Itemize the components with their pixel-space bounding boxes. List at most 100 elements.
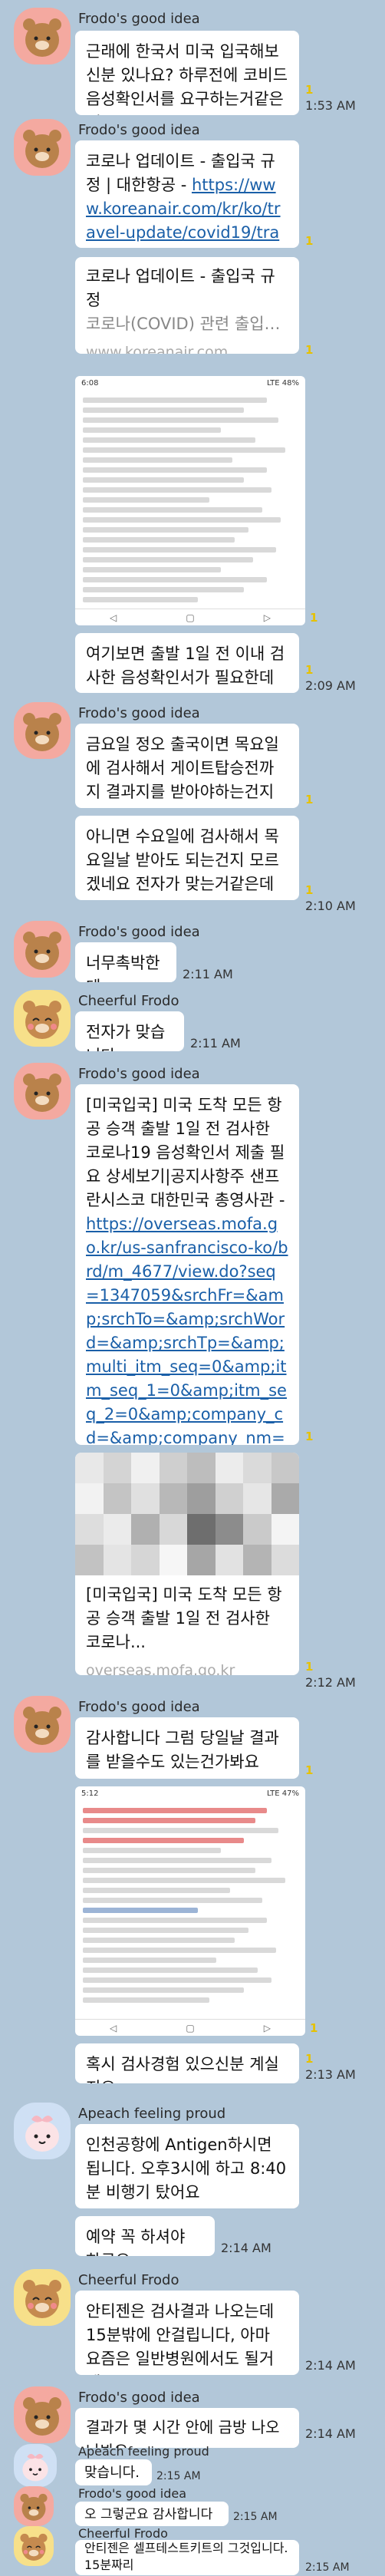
unread-count: 1	[310, 2021, 318, 2035]
unread-count: 1	[310, 611, 318, 625]
message[interactable]: 결과가 몇 시간 안에 금방 나오나봐요	[75, 2408, 299, 2448]
frodo-avatar-icon	[14, 702, 71, 759]
message-time: 2:12 AM	[305, 1675, 356, 1690]
message-time: 2:14 AM	[305, 2426, 356, 2441]
sender-name: Frodo's good idea	[78, 1699, 200, 1715]
message-bubble: 감사합니다 그럼 당일날 결과를 받을수도 있는건가봐요	[75, 1717, 299, 1779]
sender-name: Cheerful Frodo	[78, 993, 179, 1009]
message-time: 1:53 AM	[305, 98, 356, 113]
message[interactable]: 예약 꼭 하셔야 하구요	[75, 2216, 215, 2256]
status-time: 5:12	[81, 1789, 99, 1798]
cheerful-frodo-avatar-icon	[14, 2526, 54, 2566]
avatar-frodo[interactable]	[14, 921, 71, 978]
avatar-apeach[interactable]	[14, 2103, 71, 2159]
link-preview-url: www.koreanair.com	[86, 344, 229, 354]
frodo-avatar-icon	[14, 8, 71, 64]
screenshot-nav-bar: ◁ ▢ ▷	[75, 2019, 305, 2036]
cheerful-frodo-avatar-icon	[14, 990, 71, 1047]
message-bubble: 안티젠은 검사결과 나오는데 15분밖에 안걸립니다, 아마 요즘은 일반병원에…	[75, 2291, 299, 2375]
avatar-apeach[interactable]	[14, 2444, 57, 2487]
message-bubble: 너무촉박한데	[75, 942, 176, 982]
message-with-link[interactable]: [미국입국] 미국 도착 모든 항공 승객 출발 1일 전 검사한 코로나19 …	[75, 1084, 299, 1445]
message-bubble: 예약 꼭 하셔야 하구요	[75, 2216, 215, 2256]
unread-count: 1	[305, 343, 314, 357]
avatar-cheerful-frodo[interactable]	[14, 2526, 54, 2566]
unread-count: 1	[305, 2052, 314, 2066]
message-time: 2:13 AM	[305, 2067, 356, 2082]
message-bubble: 오 그렇군요 감사합니다	[75, 2502, 229, 2526]
message-with-link[interactable]: 코로나 업데이트 - 출입국 규정 | 대한항공 - https://www.k…	[75, 140, 299, 248]
message-time: 2:15 AM	[233, 2511, 278, 2523]
message[interactable]: 오 그렇군요 감사합니다	[75, 2502, 229, 2526]
message[interactable]: 감사합니다 그럼 당일날 결과를 받을수도 있는건가봐요	[75, 1717, 299, 1779]
link-preview[interactable]: 코로나 업데이트 - 출입국 규정 코로나(COVID) 관련 출입국 규...…	[75, 257, 299, 354]
avatar-frodo[interactable]	[14, 1063, 71, 1120]
sender-name: Apeach feeling proud	[78, 2106, 226, 2122]
frodo-avatar-icon	[14, 1696, 71, 1753]
message[interactable]: 아니면 수요일에 검사해서 목요일날 받아도 되는건지 모르겠네요 전자가 맞는…	[75, 816, 299, 900]
screenshot-image[interactable]: 5:12 LTE 47% ◁ ▢ ▷	[75, 1786, 305, 2036]
screenshot-nav-bar: ◁ ▢ ▷	[75, 609, 305, 625]
unread-count: 1	[305, 1430, 314, 1443]
sender-name: Cheerful Frodo	[78, 2526, 168, 2541]
message-bubble: 금요일 정오 출국이면 목요일에 검사해서 게이트탑승전까지 결과지를 받아야하…	[75, 724, 299, 808]
message[interactable]: 너무촉박한데	[75, 942, 176, 982]
sender-name: Frodo's good idea	[78, 924, 200, 940]
message-time: 2:11 AM	[183, 967, 233, 981]
message-time: 2:15 AM	[156, 2470, 201, 2482]
message[interactable]: 금요일 정오 출국이면 목요일에 검사해서 게이트탑승전까지 결과지를 받아야하…	[75, 724, 299, 808]
message-bubble: 코로나 업데이트 - 출입국 규정 | 대한항공 - https://www.k…	[75, 140, 299, 248]
message[interactable]: 안티젠은 검사결과 나오는데 15분밖에 안걸립니다, 아마 요즘은 일반병원에…	[75, 2291, 299, 2375]
avatar-cheerful-frodo[interactable]	[14, 990, 71, 1047]
unread-count: 1	[305, 234, 314, 248]
message-bubble: 인천공항에 Antigen하시면 됩니다. 오후3시에 하고 8:40분 비행기…	[75, 2124, 299, 2208]
status-time: 6:08	[81, 379, 99, 388]
avatar-frodo[interactable]	[14, 2386, 71, 2443]
screenshot-image[interactable]: 6:08 LTE 48% ◁ ▢ ▷	[75, 376, 305, 625]
message-bubble: [미국입국] 미국 도착 모든 항공 승객 출발 1일 전 검사한 코로나19 …	[75, 1084, 299, 1445]
message[interactable]: 여기보면 출발 1일 전 이내 검사한 음성확인서가 필요한데	[75, 633, 299, 693]
message-bubble: 아니면 수요일에 검사해서 목요일날 받아도 되는건지 모르겠네요 전자가 맞는…	[75, 816, 299, 900]
link-preview-thumbnail	[75, 1453, 299, 1575]
message[interactable]: 인천공항에 Antigen하시면 됩니다. 오후3시에 하고 8:40분 비행기…	[75, 2124, 299, 2208]
frodo-avatar-icon	[14, 1063, 71, 1120]
message-bubble: 여기보면 출발 1일 전 이내 검사한 음성확인서가 필요한데	[75, 633, 299, 693]
avatar-frodo[interactable]	[14, 2486, 54, 2526]
unread-count: 1	[305, 1660, 314, 1674]
sender-name: Apeach feeling proud	[78, 2444, 209, 2459]
message[interactable]: 전자가 맞습니다.	[75, 1011, 184, 1051]
message-bubble: 근래에 한국서 미국 입국해보신분 있나요? 하루전에 코비드 음성확인서를 요…	[75, 31, 299, 115]
chat-room: Frodo's good idea 근래에 한국서 미국 입국해보신분 있나요?…	[0, 0, 385, 2576]
message-bubble: 혹시 검사경험 있으신분 계실지요	[75, 2043, 299, 2083]
link-preview-card: [미국입국] 미국 도착 모든 항공 승객 출발 1일 전 검사한 코로나...…	[75, 1453, 299, 1675]
message-bubble: 안티젠은 셀프테스트키트의 그것입니다. 15분짜리	[75, 2540, 299, 2575]
message-time: 2:09 AM	[305, 678, 356, 693]
link-preview-card: 코로나 업데이트 - 출입국 규정 코로나(COVID) 관련 출입국 규...…	[75, 257, 299, 354]
link-preview[interactable]: [미국입국] 미국 도착 모든 항공 승객 출발 1일 전 검사한 코로나...…	[75, 1453, 299, 1675]
link-preview-description: 코로나(COVID) 관련 출입국 규...	[86, 315, 299, 333]
unread-count: 1	[305, 83, 314, 97]
message-text: [미국입국] 미국 도착 모든 항공 승객 출발 1일 전 검사한 코로나19 …	[86, 1096, 285, 1209]
message-time: 2:14 AM	[305, 2358, 356, 2373]
sender-name: Frodo's good idea	[78, 1066, 200, 1082]
link-preview-url: overseas.mofa.go.kr	[86, 1662, 235, 1675]
status-icons: LTE 48%	[266, 379, 299, 388]
message-bubble: 맞습니다.	[75, 2459, 152, 2485]
message[interactable]: 안티젠은 셀프테스트키트의 그것입니다. 15분짜리	[75, 2540, 299, 2575]
message[interactable]: 맞습니다.	[75, 2459, 152, 2485]
message[interactable]: 혹시 검사경험 있으신분 계실지요	[75, 2043, 299, 2083]
avatar-frodo[interactable]	[14, 1696, 71, 1753]
message-bubble: 전자가 맞습니다.	[75, 1011, 184, 1051]
avatar-cheerful-frodo[interactable]	[14, 2269, 71, 2326]
message-time: 2:11 AM	[190, 1036, 241, 1051]
avatar-frodo[interactable]	[14, 8, 71, 64]
link-preview-title: 코로나 업데이트 - 출입국 규정	[86, 267, 275, 309]
message[interactable]: 근래에 한국서 미국 입국해보신분 있나요? 하루전에 코비드 음성확인서를 요…	[75, 31, 299, 115]
message-link[interactable]: https://overseas.mofa.go.kr/us-sanfranci…	[86, 1215, 288, 1445]
sender-name: Frodo's good idea	[78, 2390, 200, 2406]
unread-count: 1	[305, 1763, 314, 1777]
frodo-avatar-icon	[14, 2486, 54, 2526]
avatar-frodo[interactable]	[14, 702, 71, 759]
avatar-frodo[interactable]	[14, 119, 71, 176]
frodo-avatar-icon	[14, 119, 71, 176]
